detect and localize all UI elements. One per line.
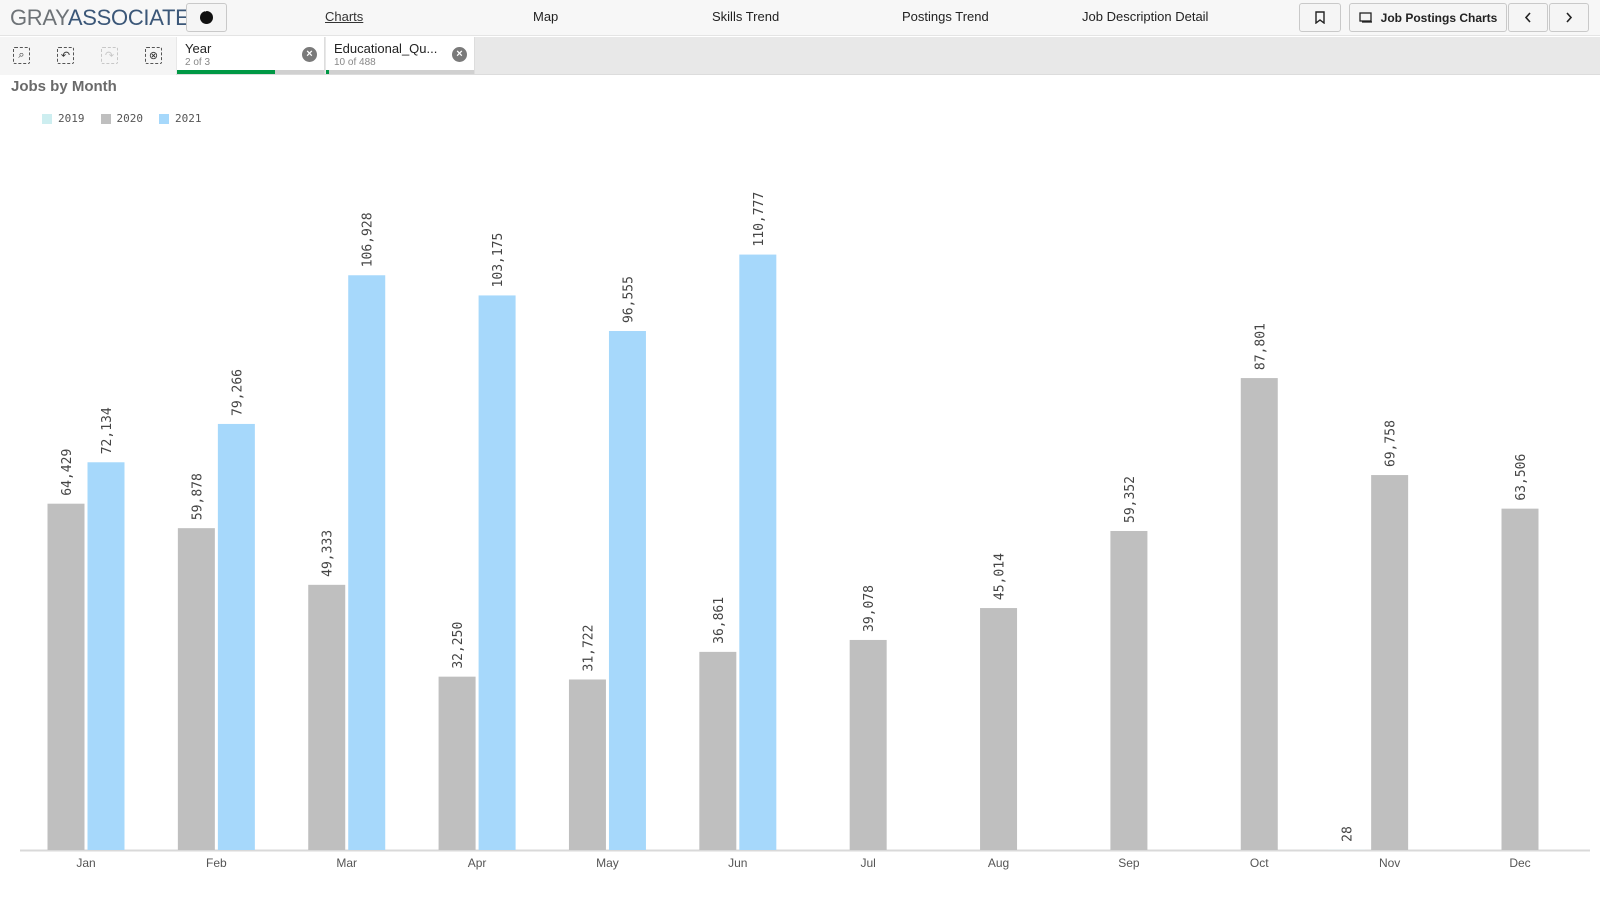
bar-2020-jan[interactable]: [47, 503, 85, 850]
legend-label: 2020: [116, 112, 144, 125]
previous-sheet-button[interactable]: [1508, 3, 1548, 32]
data-label: 110,777: [752, 192, 767, 247]
chart-legend: 2019 2020 2021: [42, 112, 202, 125]
bar-2020-nov[interactable]: [1371, 475, 1409, 850]
data-label: 103,175: [491, 233, 506, 288]
legend-item-2020[interactable]: 2020: [100, 112, 144, 125]
logo-associates: ASSOCIATES: [67, 5, 204, 30]
data-label: 59,878: [190, 473, 205, 520]
data-label: 36,861: [712, 597, 727, 644]
x-tick-label: Oct: [1250, 856, 1269, 870]
x-tick-label: Sep: [1118, 856, 1140, 870]
filter-title: Educational_Qu...: [334, 41, 438, 56]
more-menu-button[interactable]: [186, 3, 227, 32]
filter-title: Year: [185, 41, 212, 56]
x-tick-label: Mar: [336, 856, 357, 870]
next-sheet-button[interactable]: [1549, 3, 1589, 32]
step-forward-icon: ↷: [101, 47, 118, 64]
nav-job-description-detail[interactable]: Job Description Detail: [1082, 9, 1208, 24]
bar-2020-mar[interactable]: [308, 584, 346, 850]
data-label: 72,134: [100, 407, 115, 454]
data-label: 28: [1341, 826, 1356, 842]
x-tick-label: Feb: [206, 856, 227, 870]
logo-gray: GRAY: [10, 5, 68, 30]
bar-2020-dec[interactable]: [1501, 508, 1539, 850]
x-tick-label: May: [596, 856, 619, 870]
data-label: 31,722: [581, 625, 596, 672]
bar-2021-may[interactable]: [608, 331, 646, 851]
x-tick-label: Dec: [1509, 856, 1530, 870]
bar-2021-jun[interactable]: [739, 254, 777, 851]
bar-2021-jan[interactable]: [87, 462, 125, 850]
nav-skills-trend[interactable]: Skills Trend: [712, 9, 779, 24]
selections-bar: ⌕ ↶ ↷ ⊗ Year 2 of 3 × Educational_Qu... …: [0, 37, 1600, 75]
bar-2020-apr[interactable]: [438, 676, 476, 850]
more-icon: [200, 9, 213, 24]
bar-2021-mar[interactable]: [348, 275, 386, 851]
step-back-icon[interactable]: ↶: [57, 47, 74, 64]
data-label: 59,352: [1123, 476, 1138, 523]
filter-progress-track: [326, 70, 474, 74]
clear-filter-icon[interactable]: ×: [302, 47, 317, 62]
data-label: 69,758: [1384, 420, 1399, 467]
data-label: 106,928: [361, 212, 376, 267]
bookmark-icon: [1315, 11, 1325, 24]
x-tick-label: Nov: [1379, 856, 1400, 870]
bar-2020-feb[interactable]: [177, 528, 215, 850]
x-tick-label: Aug: [988, 856, 1009, 870]
sheet-name: Job Postings Charts: [1380, 10, 1498, 25]
legend-label: 2021: [175, 112, 202, 125]
bar-2020-sep[interactable]: [1110, 530, 1148, 850]
x-tick-label: Jan: [76, 856, 95, 870]
selection-tools: ⌕ ↶ ↷ ⊗: [0, 37, 176, 75]
x-tick-label: Jul: [861, 856, 876, 870]
bookmark-button[interactable]: [1299, 3, 1341, 32]
bar-2021-feb[interactable]: [217, 423, 255, 850]
filter-count: 10 of 488: [334, 57, 376, 68]
smart-search-icon[interactable]: ⌕: [13, 47, 30, 64]
legend-item-2019[interactable]: 2019: [42, 112, 85, 125]
filter-progress-fill: [177, 70, 276, 74]
data-label: 63,506: [1514, 454, 1529, 501]
bar-2021-apr[interactable]: [478, 295, 516, 850]
legend-swatch: [159, 113, 169, 124]
x-tick-label: Jun: [728, 856, 747, 870]
data-label: 87,801: [1253, 323, 1268, 370]
nav-charts[interactable]: Charts: [325, 9, 363, 24]
chevron-right-icon: [1566, 12, 1573, 23]
data-label: 64,429: [60, 449, 75, 496]
x-tick-label: Apr: [468, 856, 487, 870]
nav-postings-trend[interactable]: Postings Trend: [902, 9, 989, 24]
top-toolbar: GRAYASSOCIATES Charts Map Skills Trend P…: [0, 0, 1600, 36]
legend-label: 2019: [58, 112, 85, 125]
filter-count: 2 of 3: [185, 57, 211, 68]
data-label: 39,078: [862, 585, 877, 632]
legend-item-2021[interactable]: 2021: [159, 112, 202, 125]
filter-progress-fill: [326, 70, 329, 74]
bar-2020-jul[interactable]: [849, 639, 887, 850]
chevron-left-icon: [1524, 12, 1531, 23]
bar-2020-jun[interactable]: [699, 651, 737, 850]
sheet-icon: [1359, 12, 1372, 23]
clear-filter-icon[interactable]: ×: [452, 47, 467, 62]
clear-all-icon[interactable]: ⊗: [145, 47, 162, 64]
sheet-selector-button[interactable]: Job Postings Charts: [1349, 3, 1507, 32]
bar-chart: 64,429 72,134 Jan 59,878 79,266 Feb 49,333 106,…: [20, 192, 1590, 870]
chart-title: Jobs by Month: [11, 78, 117, 95]
data-label: 49,333: [321, 530, 336, 577]
data-label: 45,014: [993, 553, 1008, 600]
data-label: 32,250: [451, 622, 466, 669]
nav-map[interactable]: Map: [533, 9, 558, 24]
legend-swatch: [42, 113, 52, 124]
bar-2020-aug[interactable]: [980, 608, 1018, 850]
logo: GRAYASSOCIATES: [10, 5, 204, 31]
bar-2020-may[interactable]: [568, 679, 606, 850]
bar-2020-oct[interactable]: [1240, 378, 1278, 850]
data-label: 79,266: [230, 369, 245, 416]
filter-year[interactable]: Year 2 of 3 ×: [177, 37, 325, 74]
legend-swatch: [100, 113, 111, 124]
data-label: 96,555: [621, 276, 636, 323]
filter-educational-qualification[interactable]: Educational_Qu... 10 of 488 ×: [326, 37, 475, 74]
